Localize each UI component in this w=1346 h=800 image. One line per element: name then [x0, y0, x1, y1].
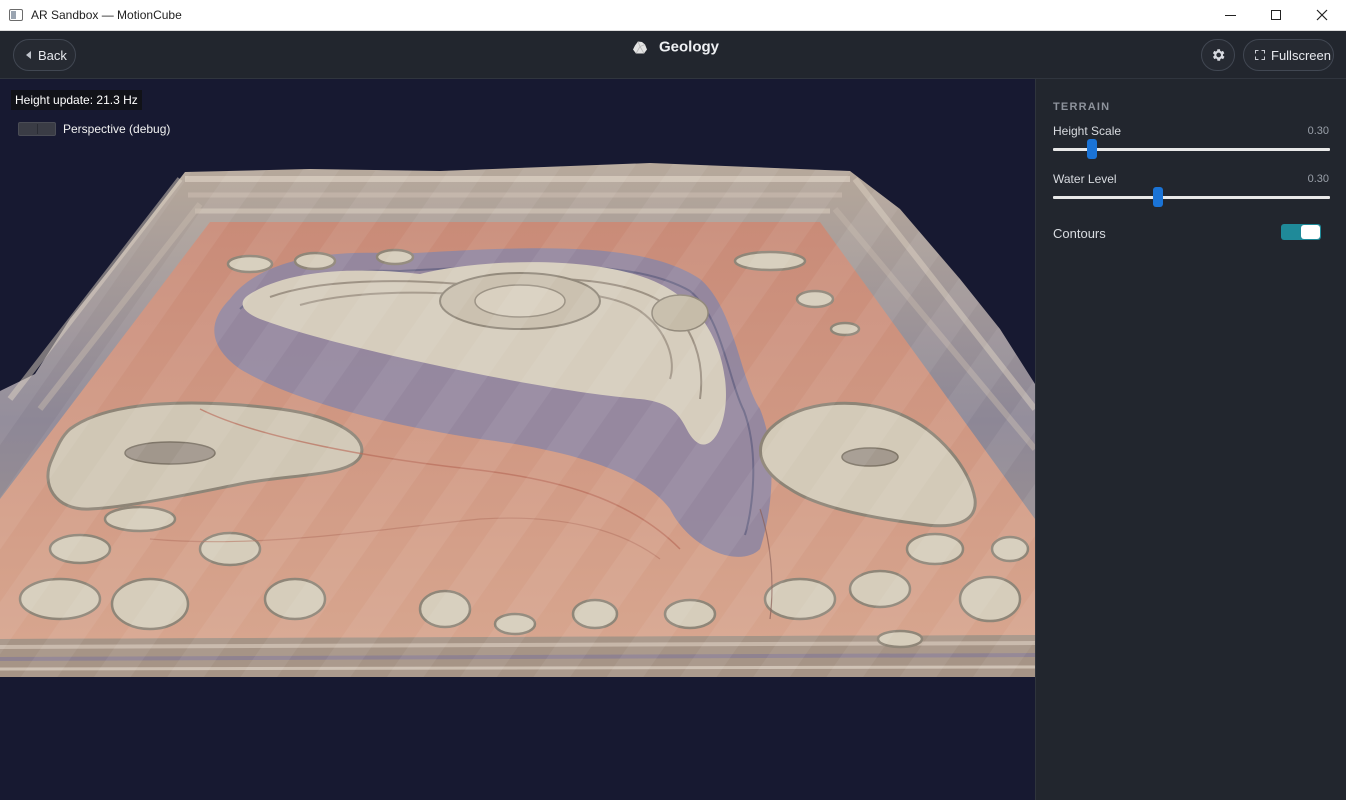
window-titlebar: AR Sandbox — MotionCube [0, 0, 1346, 31]
settings-button[interactable] [1201, 39, 1235, 71]
water-level-value: 0.30 [1307, 173, 1329, 185]
terrain-render [0, 163, 1035, 677]
terrain-panel: TERRAIN Height Scale 0.30 Water Level 0.… [1035, 79, 1346, 800]
page-title: Geology [632, 39, 719, 56]
height-scale-slider[interactable] [1053, 139, 1330, 159]
page-title-text: Geology [659, 38, 720, 56]
contours-toggle[interactable] [1281, 224, 1321, 240]
back-arrow-icon [26, 51, 31, 59]
gear-icon [1212, 49, 1225, 61]
window-title: AR Sandbox — MotionCube [31, 8, 182, 22]
perspective-toggle-row: Perspective (debug) [18, 122, 170, 136]
perspective-toggle[interactable] [18, 122, 56, 136]
water-level-label: Water Level [1053, 172, 1117, 186]
rock-icon [633, 41, 647, 54]
water-level-slider[interactable] [1053, 187, 1330, 207]
water-level-thumb[interactable] [1153, 187, 1164, 207]
contours-toggle-knob [1301, 225, 1320, 239]
fullscreen-button[interactable]: Fullscreen [1243, 39, 1334, 71]
height-scale-label: Height Scale [1053, 124, 1122, 138]
maximize-icon [1271, 10, 1281, 20]
section-title: TERRAIN [1053, 101, 1111, 113]
back-label: Back [38, 47, 67, 63]
maximize-button[interactable] [1253, 0, 1299, 30]
close-icon [1316, 9, 1328, 21]
perspective-label: Perspective (debug) [63, 122, 171, 136]
sandbox-viewport[interactable]: Height update: 21.3 Hz Perspective (debu… [0, 79, 1035, 800]
height-scale-value: 0.30 [1307, 125, 1329, 137]
fullscreen-label: Fullscreen [1271, 47, 1331, 63]
minimize-button[interactable] [1207, 0, 1253, 30]
minimize-icon [1224, 14, 1236, 16]
fullscreen-icon [1255, 50, 1265, 60]
height-update-readout: Height update: 21.3 Hz [11, 90, 142, 110]
app-icon [9, 9, 23, 21]
back-button[interactable]: Back [13, 39, 76, 71]
contours-label: Contours [1053, 226, 1106, 241]
close-button[interactable] [1299, 0, 1345, 30]
height-scale-thumb[interactable] [1086, 139, 1097, 159]
